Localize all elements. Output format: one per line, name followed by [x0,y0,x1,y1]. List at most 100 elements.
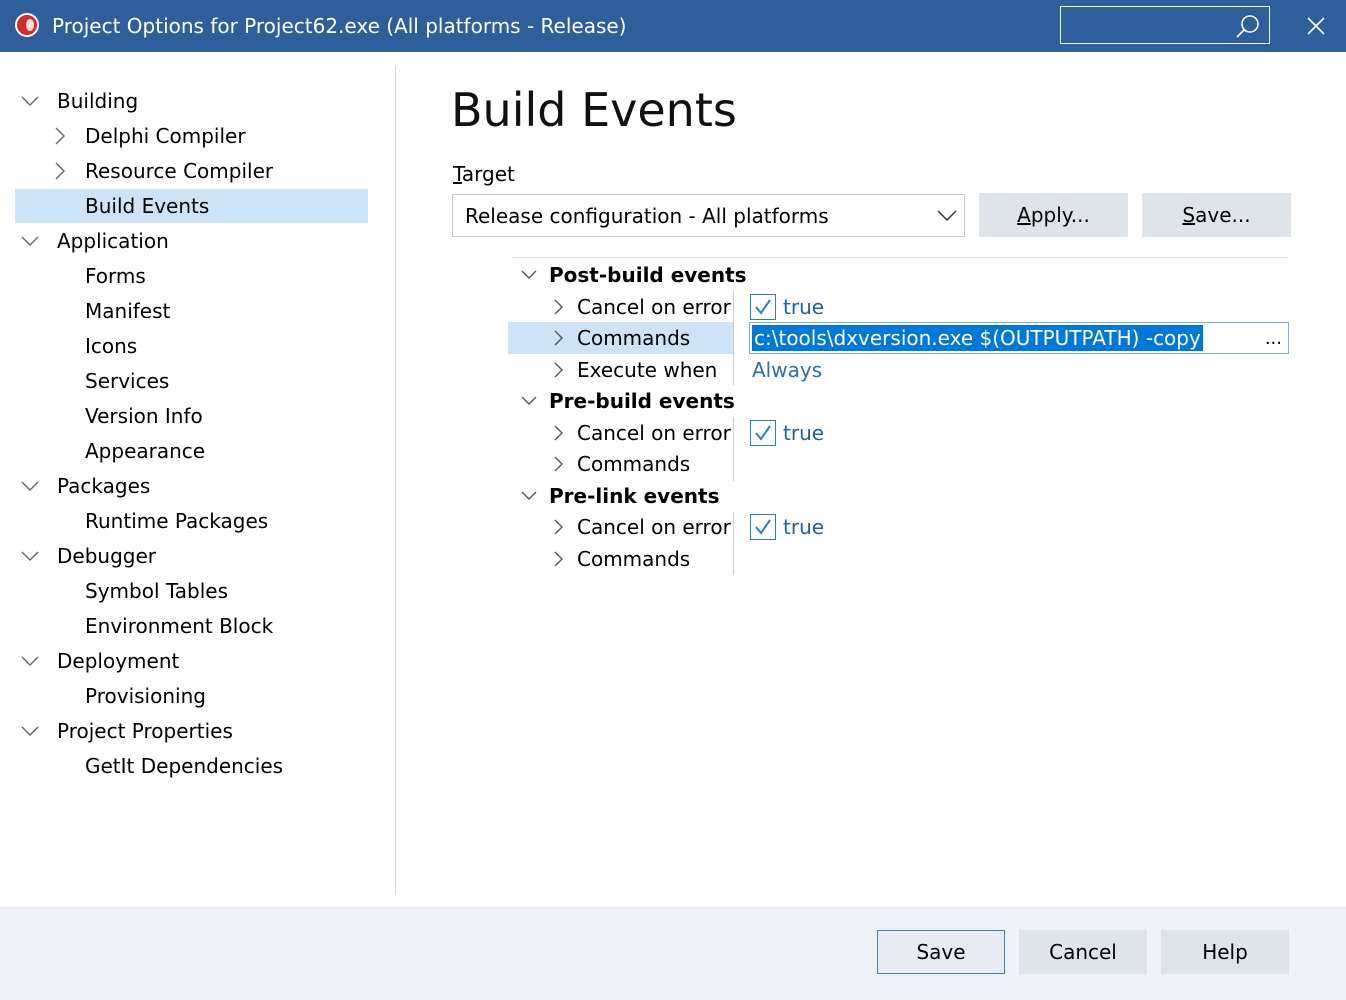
group-post-build[interactable]: Post-build events [518,259,747,291]
tree-item-label: GetIt Dependencies [85,754,284,778]
property-execute-when[interactable]: Execute when [548,354,728,386]
tree-item-icons[interactable]: Icons [15,329,368,363]
tree-item-label: Version Info [85,404,203,428]
property-label: Cancel on error [577,295,731,319]
chevron-right-icon[interactable] [51,127,69,145]
tree-item-getit-dependencies[interactable]: GetIt Dependencies [15,749,368,783]
tree-item-label: Icons [85,334,138,358]
tree-item-label: Forms [85,264,146,288]
property-cancel-on-error[interactable]: Cancel on error [548,417,731,449]
checkmark-icon [755,425,771,441]
cancel-on-error-checkbox[interactable] [750,294,776,320]
chevron-down-icon[interactable] [21,547,39,565]
commands-ellipsis-button[interactable]: ... [1265,323,1282,355]
save-target-label-rest: ave... [1195,203,1251,227]
tree-item-provisioning[interactable]: Provisioning [15,679,368,713]
tree-item-label: Environment Block [85,614,274,638]
execute-when-value[interactable]: Always [752,354,822,386]
commands-value-selected: c:\tools\dxversion.exe $(OUTPUTPATH) -co… [752,325,1203,351]
commands-editor[interactable]: c:\tools\dxversion.exe $(OUTPUTPATH) -co… [749,322,1289,354]
cancel-on-error-value: true [783,295,825,319]
grid-top-line [511,257,1289,258]
property-commands[interactable]: Commands [548,543,728,575]
property-commands-selected[interactable]: Commands c:\tools\dxversion.exe $(OUTPUT… [508,322,1289,354]
tree-item-packages[interactable]: Packages [15,469,368,503]
app-icon[interactable] [15,13,39,37]
save-target-button[interactable]: Save... [1142,193,1291,237]
tree-item-building[interactable]: Building [15,84,368,118]
tree-item-label: Application [57,229,169,253]
property-label: Execute when [577,358,718,382]
group-label: Pre-link events [549,484,720,508]
tree-item-runtime-packages[interactable]: Runtime Packages [15,504,368,538]
tree-item-services[interactable]: Services [15,364,368,398]
property-commands[interactable]: Commands [548,448,728,480]
tree-item-build-events[interactable]: Build Events [15,189,368,223]
target-label: Target [453,160,515,188]
property-label: Cancel on error [577,515,731,539]
page-title: Build Events [451,83,737,137]
chevron-right-icon [554,519,563,535]
tree-item-appearance[interactable]: Appearance [15,434,368,468]
tree-item-version-info[interactable]: Version Info [15,399,368,433]
tree-item-application[interactable]: Application [15,224,368,258]
property-label: Commands [577,326,691,350]
property-commands[interactable]: Commands [548,322,728,354]
dialog-footer: Save Cancel Help [0,907,1346,1000]
target-dropdown[interactable]: Release configuration - All platforms [452,194,965,237]
close-icon [1307,17,1325,35]
chevron-down-icon [521,270,537,279]
grid-column-divider [733,417,734,481]
tree-item-label: Debugger [57,544,156,568]
tree-item-delphi-compiler[interactable]: Delphi Compiler [15,119,368,153]
save-button[interactable]: Save [877,930,1005,974]
tree-item-label: Deployment [57,649,180,673]
apply-label-rest: pply... [1030,203,1090,227]
cancel-button[interactable]: Cancel [1019,930,1147,974]
help-button[interactable]: Help [1161,930,1289,974]
chevron-down-icon[interactable] [21,652,39,670]
tree-item-deployment[interactable]: Deployment [15,644,368,678]
chevron-right-icon [554,551,563,567]
save-target-accelerator: S [1182,203,1196,227]
group-label: Post-build events [549,263,747,287]
tree-item-symbol-tables[interactable]: Symbol Tables [15,574,368,608]
checkmark-icon [755,519,771,535]
cancel-on-error-checkbox[interactable] [750,420,776,446]
tree-item-label: Runtime Packages [85,509,269,533]
tree-item-label: Provisioning [85,684,206,708]
target-dropdown-value: Release configuration - All platforms [465,204,829,228]
apply-accelerator: A [1017,203,1031,227]
chevron-down-icon [521,491,537,500]
property-label: Cancel on error [577,421,731,445]
tree-item-resource-compiler[interactable]: Resource Compiler [15,154,368,188]
tree-item-label: Resource Compiler [85,159,274,183]
search-icon [1236,15,1259,38]
apply-button[interactable]: Apply... [979,193,1128,237]
checkmark-icon [755,299,771,315]
tree-item-forms[interactable]: Forms [15,259,368,293]
tree-item-manifest[interactable]: Manifest [15,294,368,328]
sidebar-divider [395,66,396,895]
chevron-down-icon[interactable] [21,232,39,250]
chevron-down-icon[interactable] [21,477,39,495]
tree-item-label: Building [57,89,139,113]
tree-item-debugger[interactable]: Debugger [15,539,368,573]
chevron-down-icon[interactable] [21,722,39,740]
chevron-right-icon[interactable] [51,162,69,180]
target-label-accelerator: T [453,162,462,186]
tree-item-label: Appearance [85,439,206,463]
chevron-right-icon [554,425,563,441]
tree-item-project-properties[interactable]: Project Properties [15,714,368,748]
search-box[interactable] [1060,6,1270,44]
close-button[interactable] [1300,10,1332,42]
property-cancel-on-error[interactable]: Cancel on error [548,291,731,323]
tree-item-environment-block[interactable]: Environment Block [15,609,368,643]
property-cancel-on-error[interactable]: Cancel on error [548,511,731,543]
chevron-down-icon[interactable] [21,92,39,110]
group-pre-build[interactable]: Pre-build events [518,385,735,417]
tree-item-label: Packages [57,474,151,498]
cancel-on-error-checkbox[interactable] [750,514,776,540]
group-pre-link[interactable]: Pre-link events [518,480,728,512]
tree-item-label: Build Events [85,194,210,218]
